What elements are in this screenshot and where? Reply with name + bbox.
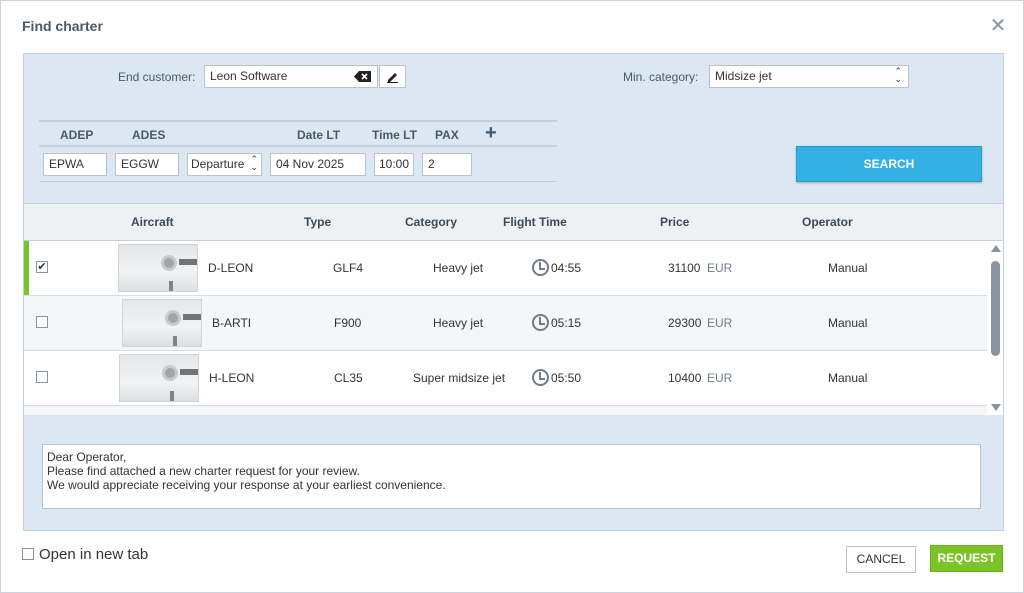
operator-value: Manual: [828, 316, 868, 330]
date-input[interactable]: 04 Nov 2025: [270, 153, 366, 176]
edit-customer-button[interactable]: [379, 65, 406, 88]
aircraft-type: F900: [334, 316, 362, 330]
pencil-icon: [387, 73, 398, 83]
min-category-select[interactable]: Midsize jet ⌃ ⌄: [709, 65, 909, 88]
min-category-value: Midsize jet: [715, 69, 772, 83]
aircraft-registration: B-ARTI: [212, 316, 252, 330]
aircraft-thumbnail: [118, 244, 198, 292]
adep-header: ADEP: [60, 128, 94, 142]
message-textarea[interactable]: Dear Operator, Please find attached a ne…: [42, 444, 981, 509]
row-checkbox[interactable]: [36, 316, 48, 328]
open-new-tab-checkbox[interactable]: Open in new tab: [22, 546, 148, 563]
operator-value: Manual: [828, 261, 868, 275]
find-charter-dialog: Find charter ✕ End customer: Leon Softwa…: [0, 0, 1024, 593]
clock-icon: [532, 314, 549, 331]
row-checkbox[interactable]: ✔: [36, 261, 48, 273]
open-new-tab-label: Open in new tab: [39, 546, 149, 563]
end-customer-input[interactable]: Leon Software: [204, 65, 378, 88]
plus-icon[interactable]: +: [485, 123, 497, 143]
table-row[interactable]: B-ARTI F900 Heavy jet 05:15 29300 EUR Ma…: [24, 296, 987, 351]
mode-value: Departure: [191, 157, 245, 171]
route-divider: [39, 181, 557, 182]
type-header: Type: [304, 215, 332, 229]
price-value: 31100: [668, 261, 701, 275]
search-panel: End customer: Leon Software Min. categor…: [23, 53, 1004, 531]
flight-time: 05:50: [551, 371, 582, 385]
date-header: Date LT: [297, 128, 341, 142]
row-checkbox[interactable]: [36, 371, 48, 383]
pax-header: PAX: [435, 128, 459, 142]
table-row[interactable]: ✔ D-LEON GLF4 Heavy jet 04:55 31100 EUR …: [24, 241, 987, 296]
selection-indicator: [24, 241, 29, 295]
flight-time: 04:55: [551, 261, 582, 275]
price-value: 29300: [668, 316, 702, 330]
time-input[interactable]: 10:00: [374, 153, 414, 176]
aircraft-type: CL35: [334, 371, 363, 385]
end-customer-value: Leon Software: [210, 69, 288, 83]
request-button[interactable]: REQUEST: [930, 545, 1003, 572]
aircraft-registration: H-LEON: [209, 371, 255, 385]
aircraft-category: Super midsize jet: [413, 371, 506, 385]
results-scrollbar[interactable]: [987, 241, 1003, 415]
operator-header: Operator: [802, 215, 853, 229]
time-header: Time LT: [372, 128, 417, 142]
clock-icon: [532, 369, 549, 386]
aircraft-category: Heavy jet: [433, 261, 484, 275]
aircraft-thumbnail: [122, 299, 202, 347]
table-header: Aircraft Type Category Flight Time Price…: [24, 204, 1003, 241]
ades-header: ADES: [132, 128, 166, 142]
aircraft-category: Heavy jet: [433, 316, 484, 330]
scroll-down-icon[interactable]: [991, 404, 1001, 411]
price-value: 10400: [668, 371, 702, 385]
price-header: Price: [660, 215, 690, 229]
aircraft-header: Aircraft: [131, 215, 174, 229]
price-currency: EUR: [707, 261, 733, 275]
results-table: Aircraft Type Category Flight Time Price…: [24, 203, 1003, 415]
mode-select[interactable]: Departure ⌃ ⌄: [187, 153, 262, 176]
price-currency: EUR: [707, 371, 733, 385]
aircraft-thumbnail: [119, 354, 199, 402]
scroll-thumb[interactable]: [991, 261, 1000, 356]
table-row[interactable]: H-LEON CL35 Super midsize jet 05:50 1040…: [24, 351, 987, 406]
table-row[interactable]: [24, 406, 987, 415]
backspace-icon[interactable]: [354, 71, 371, 82]
clock-icon: [532, 259, 549, 276]
adep-input[interactable]: EPWA: [43, 153, 107, 176]
price-currency: EUR: [707, 316, 733, 330]
search-button[interactable]: SEARCH: [796, 146, 982, 182]
select-arrows-icon: ⌃ ⌄: [250, 154, 258, 172]
pax-input[interactable]: 2: [422, 153, 472, 176]
cancel-button[interactable]: CANCEL: [846, 546, 916, 573]
ades-input[interactable]: EGGW: [115, 153, 179, 176]
close-icon[interactable]: ✕: [989, 16, 1007, 36]
dialog-title: Find charter: [22, 18, 103, 34]
aircraft-registration: D-LEON: [208, 261, 254, 275]
operator-value: Manual: [828, 371, 868, 385]
flight-time-header: Flight Time: [503, 215, 567, 229]
category-header: Category: [405, 215, 458, 229]
scroll-up-icon[interactable]: [991, 245, 1001, 252]
aircraft-type: GLF4: [333, 261, 364, 275]
checkbox-icon[interactable]: [22, 548, 34, 560]
flight-time: 05:15: [551, 316, 582, 330]
route-header: ADEP ADES Date LT Time LT PAX +: [39, 120, 557, 147]
end-customer-label: End customer:: [118, 70, 196, 84]
min-category-label: Min. category:: [623, 70, 699, 84]
select-arrows-icon: ⌃ ⌄: [894, 66, 902, 84]
